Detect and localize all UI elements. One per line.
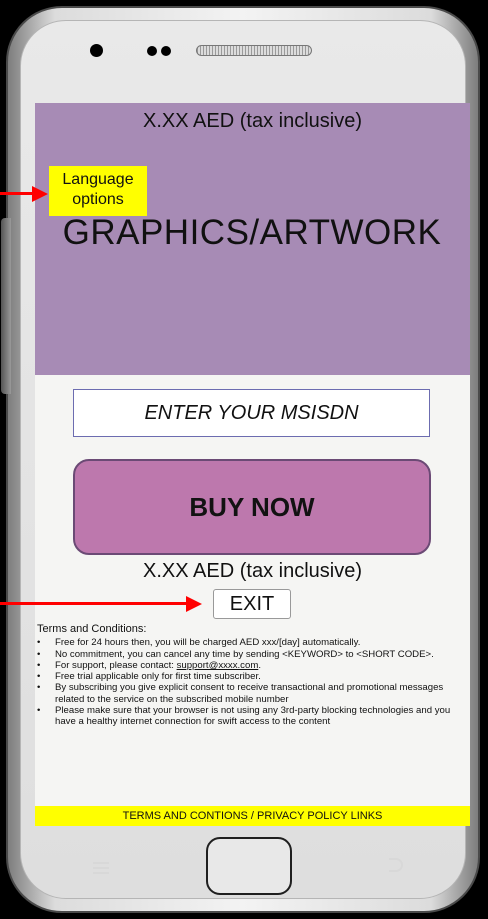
terms-list: Free for 24 hours then, you will be char… [37, 637, 468, 727]
msisdn-input[interactable] [73, 389, 430, 437]
sensor-dot-icon [147, 46, 157, 56]
terms-item: For support, please contact: support@xxx… [37, 659, 468, 672]
terms-privacy-links[interactable]: TERMS AND CONTIONS / PRIVACY POLICY LINK… [35, 806, 470, 826]
graphics-placeholder: GRAPHICS/ARTWORK [62, 213, 442, 252]
menu-icon[interactable] [93, 862, 109, 874]
language-options-label: Language options [49, 166, 147, 216]
terms-item: No commitment, you can cancel any time b… [37, 649, 468, 661]
terms-item: By subscribing you give explicit consent… [37, 682, 468, 705]
home-button[interactable] [206, 837, 292, 895]
price-bottom: X.XX AED (tax inclusive) [143, 560, 362, 582]
speaker-grille-icon [196, 45, 312, 56]
terms-item-text: For support, please contact: [55, 659, 177, 671]
terms-item: Free trial applicable only for first tim… [37, 671, 468, 683]
arrow-language-line [0, 192, 34, 195]
terms-item-suffix: . [258, 659, 261, 671]
terms-item: Free for 24 hours then, you will be char… [37, 637, 468, 649]
terms-title: Terms and Conditions: [37, 623, 147, 635]
terms-and-conditions: Terms and Conditions: Free for 24 hours … [37, 623, 468, 728]
sensor-dot-icon [161, 46, 171, 56]
arrow-exit-line [0, 602, 188, 605]
arrow-right-icon [186, 596, 202, 612]
support-email-link[interactable]: support@xxxx.com [177, 660, 259, 671]
terms-item: Please make sure that your browser is no… [37, 705, 468, 728]
back-icon[interactable] [389, 858, 403, 872]
volume-side-button [1, 218, 11, 394]
front-camera-icon [90, 44, 103, 57]
buy-now-button[interactable]: BUY NOW [73, 459, 431, 555]
price-top: X.XX AED (tax inclusive) [143, 110, 362, 132]
arrow-right-icon [32, 186, 48, 202]
exit-button[interactable]: EXIT [213, 589, 291, 619]
hero-banner: X.XX AED (tax inclusive) GRAPHICS/ARTWOR… [35, 103, 470, 375]
